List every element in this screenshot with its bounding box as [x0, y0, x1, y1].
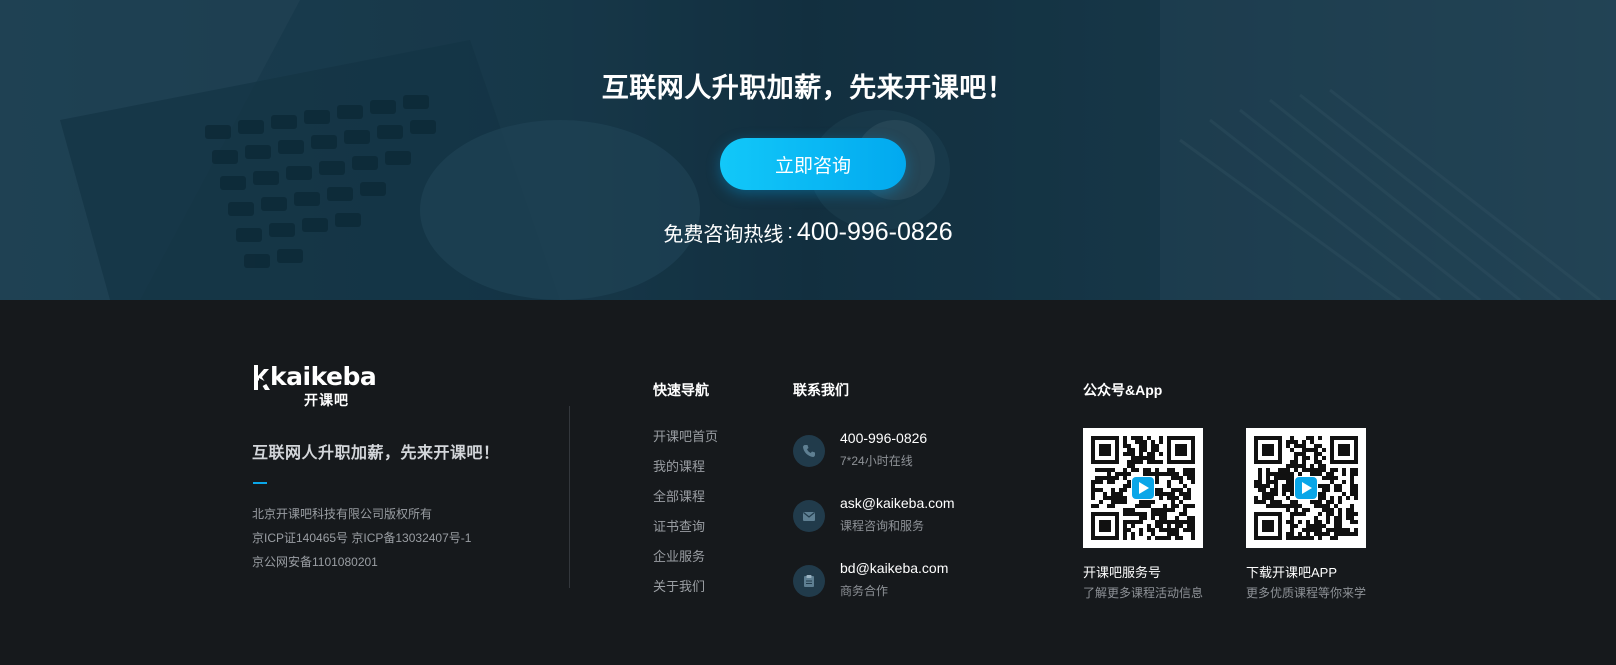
nav-link-home[interactable]: 开课吧首页 [653, 430, 718, 460]
icp-line[interactable]: 京ICP证140465号 京ICP备13032407号-1 [252, 526, 471, 550]
footer-slogan: 互联网人升职加薪，先来开课吧！ [252, 445, 500, 462]
quick-nav-list: 开课吧首页 我的课程 全部课程 证书查询 企业服务 关于我们 [653, 430, 718, 610]
copyright-line: 北京开课吧科技有限公司版权所有 [252, 507, 433, 521]
hero-banner: 互联网人升职加薪，先来开课吧！ 立即咨询 免费咨询热线:400-996-0826 [0, 0, 1616, 300]
consult-now-button[interactable]: 立即咨询 [720, 138, 906, 190]
nav-link-about[interactable]: 关于我们 [653, 580, 718, 610]
logo-subtitle: 开课吧 [304, 392, 349, 408]
kaikeba-logo[interactable]: kaikeba 开课吧 [252, 362, 377, 408]
mail-icon [793, 500, 825, 532]
hero-title: 互联网人升职加薪，先来开课吧！ [601, 73, 1015, 103]
footer-vertical-divider [569, 406, 570, 588]
hotline-label: 免费咨询热线 [663, 224, 784, 246]
police-record-line[interactable]: 京公网安备1101080201 [252, 550, 471, 574]
app-download-label: 下载开课吧APP [1246, 565, 1338, 580]
contact-ask-email[interactable]: ask@kaikeba.com 课程咨询和服务 [793, 495, 1033, 539]
contact-bd-email-address: bd@kaikeba.com [840, 560, 949, 576]
wechat-service-label: 开课吧服务号 [1083, 565, 1162, 580]
quick-nav-title: 快速导航 [653, 382, 709, 398]
hero-hotline: 免费咨询热线:400-996-0826 [0, 218, 1616, 247]
nav-link-enterprise[interactable]: 企业服务 [653, 550, 718, 580]
site-footer: kaikeba 开课吧 互联网人升职加薪，先来开课吧！ 北京开课吧科技有限公司版… [0, 300, 1616, 665]
hotline-number: 400-996-0826 [796, 218, 953, 246]
company-info: 北京开课吧科技有限公司版权所有 京ICP证140465号 京ICP备130324… [252, 502, 471, 574]
wechat-service-desc: 了解更多课程活动信息 [1083, 586, 1204, 600]
app-download-qr-code [1246, 428, 1366, 548]
nav-link-all-courses[interactable]: 全部课程 [653, 490, 718, 520]
slogan-divider [253, 482, 267, 484]
contact-bd-email-desc: 商务合作 [840, 584, 889, 598]
hotline-separator: : [787, 221, 793, 243]
contact-ask-email-desc: 课程咨询和服务 [840, 519, 925, 533]
wechat-service-qr-code [1083, 428, 1203, 548]
clipboard-icon [793, 565, 825, 597]
nav-link-certificate[interactable]: 证书查询 [653, 520, 718, 550]
contact-bd-email[interactable]: bd@kaikeba.com 商务合作 [793, 560, 1033, 604]
contact-ask-email-address: ask@kaikeba.com [840, 495, 955, 511]
contact-phone[interactable]: 400-996-0826 7*24小时在线 [793, 430, 1033, 474]
contact-phone-number: 400-996-0826 [840, 430, 928, 446]
phone-icon [793, 435, 825, 467]
qr-section-title: 公众号&App [1083, 382, 1163, 398]
logo-wordmark: kaikeba [270, 362, 377, 391]
app-download-desc: 更多优质课程等你来学 [1246, 586, 1367, 600]
nav-link-my-courses[interactable]: 我的课程 [653, 460, 718, 490]
contact-title: 联系我们 [793, 382, 849, 398]
contact-phone-desc: 7*24小时在线 [840, 454, 913, 468]
